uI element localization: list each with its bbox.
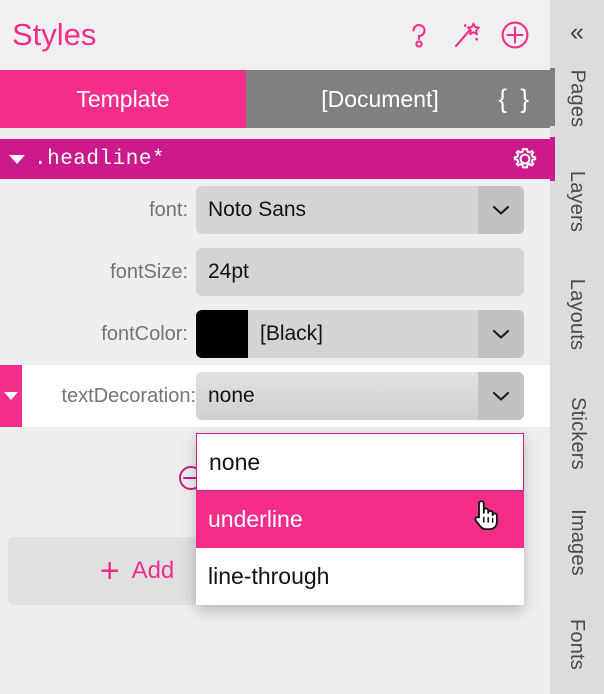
property-label-font: font:: [149, 198, 188, 221]
tab-document-label: [Document]: [321, 85, 439, 112]
dropdown-option-label: line-through: [208, 563, 330, 589]
style-group-header[interactable]: .headline*: [0, 139, 550, 179]
tab-document[interactable]: [Document] { }: [246, 70, 550, 128]
textdecoration-value: none: [208, 384, 255, 407]
style-group-name: .headline*: [34, 147, 166, 171]
sidebar-item-label: Images: [566, 508, 589, 576]
dropdown-option-none[interactable]: none: [196, 433, 524, 491]
plus-icon: +: [99, 552, 120, 590]
sidebar-item-label: Layouts: [566, 278, 589, 350]
dropdown-option-underline[interactable]: underline: [196, 491, 524, 548]
gear-icon[interactable]: [512, 146, 538, 172]
chevron-down-icon[interactable]: [478, 372, 524, 420]
double-chevron-left-icon: «: [570, 17, 584, 46]
font-value: Noto Sans: [208, 198, 307, 221]
tab-template-label: Template: [76, 85, 170, 112]
color-swatch[interactable]: [196, 310, 248, 358]
property-row-textdecoration: textDecoration: none: [0, 365, 550, 427]
add-property-label: Add: [131, 557, 175, 584]
sidebar-item-fonts[interactable]: Fonts: [550, 608, 604, 680]
panel-tabs: Template [Document] { }: [0, 70, 550, 128]
sidebar-item-label: Layers: [566, 170, 589, 232]
dropdown-option-label: underline: [208, 506, 303, 532]
header-icon-group: [404, 20, 530, 50]
code-braces-icon[interactable]: { }: [498, 84, 532, 115]
fontcolor-value: [Black]: [260, 322, 324, 345]
property-label-fontcolor: fontColor:: [101, 322, 188, 345]
chevron-down-icon[interactable]: [478, 310, 524, 358]
sidebar-item-images[interactable]: Images: [550, 500, 604, 584]
tab-template[interactable]: Template: [0, 70, 246, 128]
sidebar-item-stickers[interactable]: Stickers: [550, 388, 604, 478]
panel-header: Styles: [0, 0, 550, 70]
dropdown-option-line-through[interactable]: line-through: [196, 548, 524, 605]
property-row-fontsize: fontSize: 24pt: [0, 241, 550, 303]
fontcolor-select[interactable]: [Black]: [196, 310, 524, 358]
property-label-fontsize: fontSize:: [110, 260, 188, 283]
textdecoration-select[interactable]: none: [196, 372, 524, 420]
page-title: Styles: [12, 17, 97, 52]
font-select[interactable]: Noto Sans: [196, 186, 524, 234]
sidebar-item-label: Pages: [566, 69, 589, 127]
collapse-panel-button[interactable]: «: [550, 8, 604, 56]
sidebar-item-label: Stickers: [566, 396, 589, 470]
fontsize-input[interactable]: 24pt: [196, 248, 524, 296]
textdecoration-dropdown: none underline line-through: [196, 433, 524, 605]
sidebar-item-label: Fonts: [566, 618, 589, 670]
property-rows: font: Noto Sans fontSize: 24pt fontColor…: [0, 179, 550, 427]
property-row-font: font: Noto Sans: [0, 179, 550, 241]
styles-panel: Styles Template [Document] {} .headline…: [0, 0, 550, 694]
sidebar-item-pages[interactable]: Pages: [550, 62, 604, 134]
property-label-textdecoration: textDecoration:: [61, 384, 196, 407]
add-style-icon[interactable]: [500, 20, 530, 50]
styles-panel-window: Styles Template [Document] {} .headline…: [0, 0, 604, 694]
chevron-down-icon[interactable]: [478, 186, 524, 234]
sidebar-item-layers[interactable]: Layers: [550, 162, 604, 240]
fontsize-value: 24pt: [208, 260, 249, 283]
property-row-fontcolor: fontColor: [Black]: [0, 303, 550, 365]
sidebar-item-layouts[interactable]: Layouts: [550, 270, 604, 358]
right-sidebar: « Pages Layers Layouts Stickers Images F…: [550, 0, 604, 694]
chevron-down-icon[interactable]: [9, 154, 25, 164]
magic-wand-icon[interactable]: [452, 20, 482, 50]
help-icon[interactable]: [404, 20, 434, 50]
dropdown-option-label: none: [209, 448, 261, 475]
